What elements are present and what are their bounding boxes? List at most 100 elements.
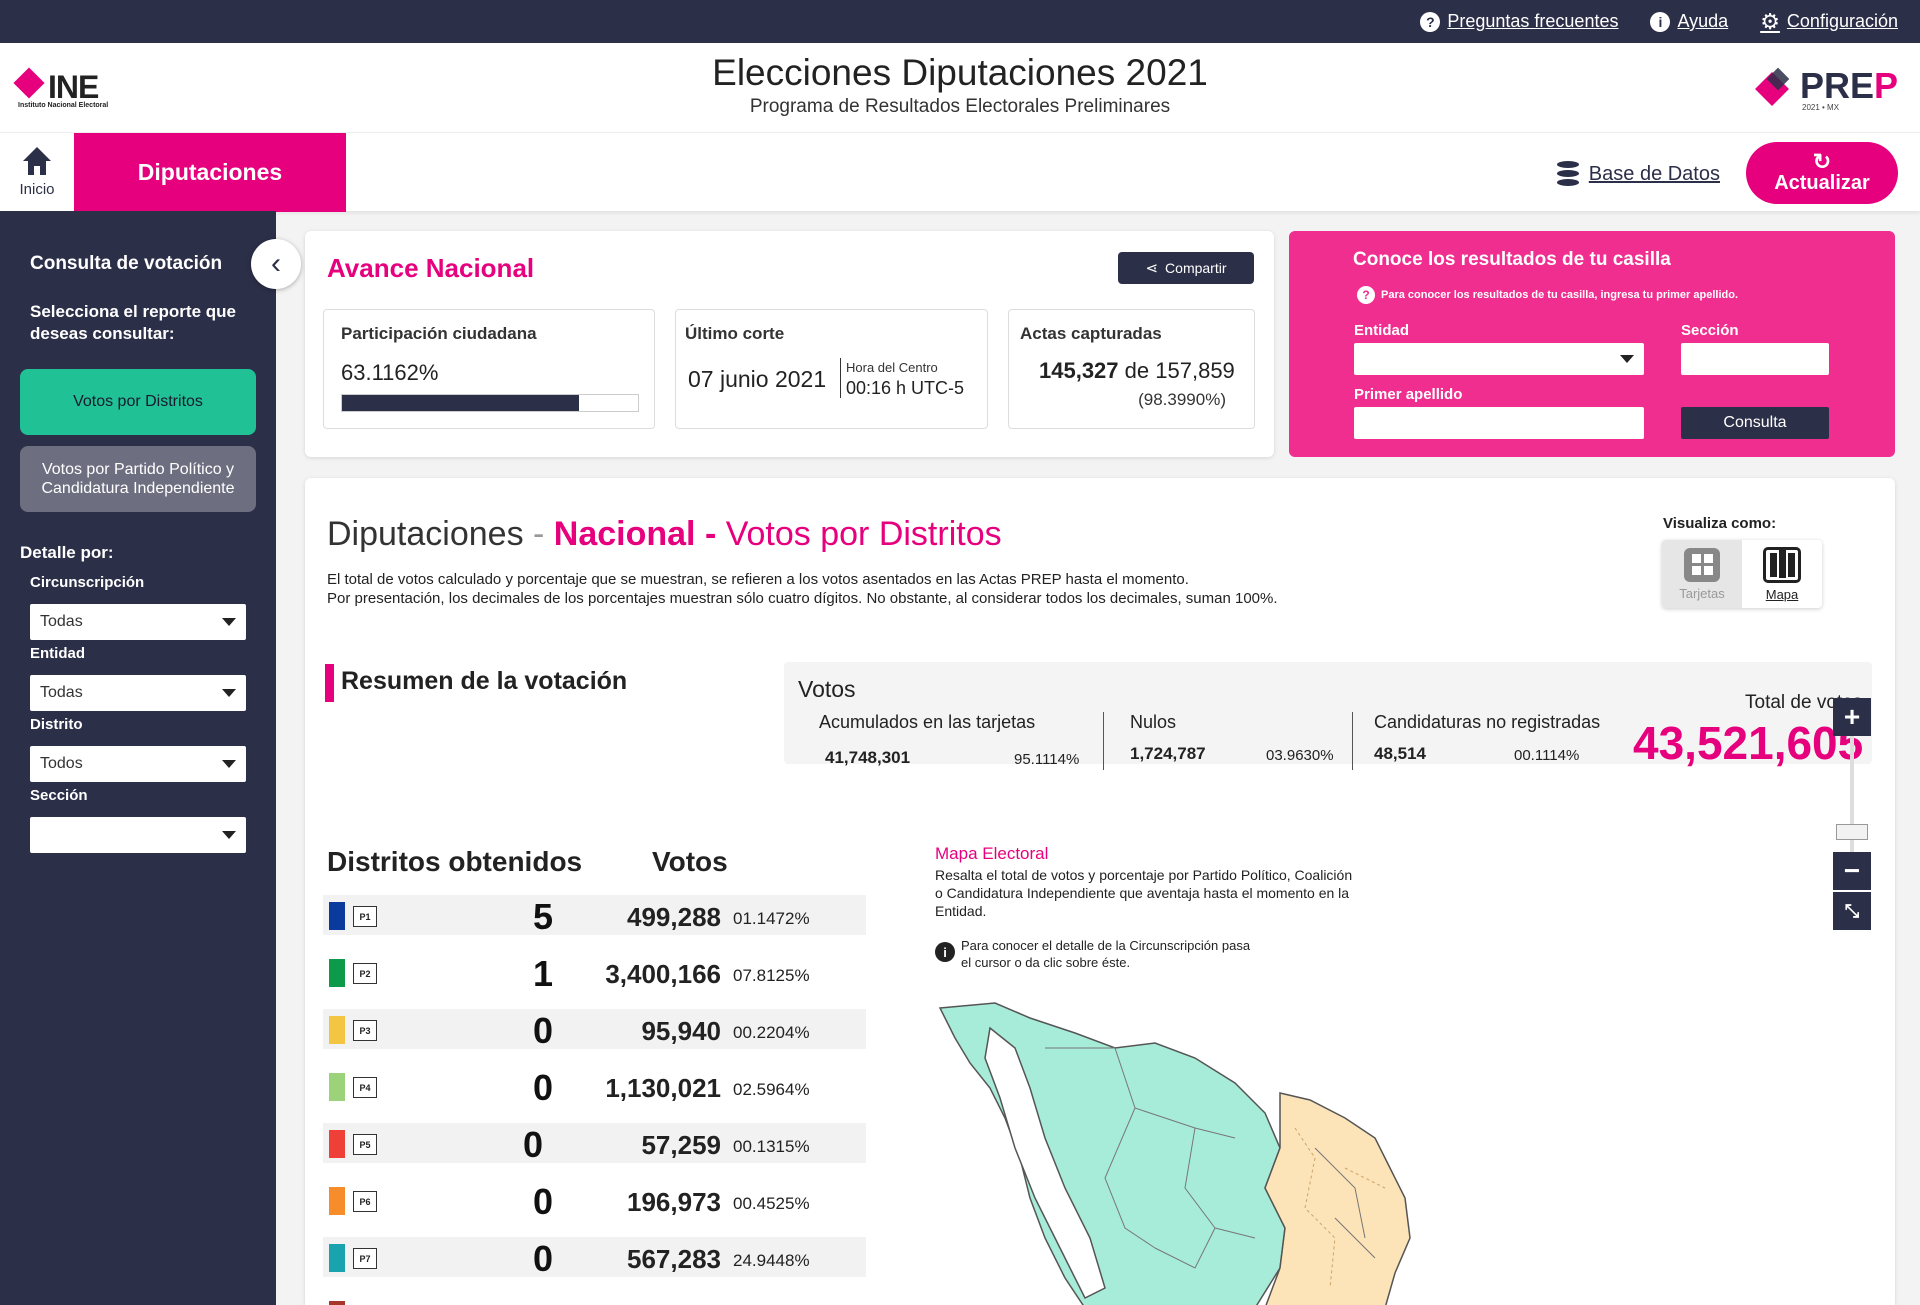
party-logo: P4 xyxy=(353,1077,377,1098)
filter-select-seccion[interactable] xyxy=(30,817,246,853)
collapse-arrows-icon: ⤡ xyxy=(1844,900,1860,921)
corte-date: 07 junio 2021 xyxy=(688,366,827,392)
nulos-value: 1,724,787 xyxy=(1130,744,1206,763)
faq-label: Preguntas frecuentes xyxy=(1447,11,1619,31)
title-part-nacional: Nacional xyxy=(553,515,696,553)
title-dash: - xyxy=(695,515,726,553)
caret-down-icon xyxy=(222,760,236,768)
faq-link[interactable]: ? Preguntas frecuentes xyxy=(1420,11,1618,32)
filter-select-circunscripcion[interactable]: Todas xyxy=(30,604,246,640)
view-cards-option[interactable]: Tarjetas xyxy=(1662,540,1742,608)
corte-divider xyxy=(840,358,841,398)
column-divider xyxy=(1352,712,1353,770)
report-votos-distritos-button[interactable]: Votos por Distritos xyxy=(20,369,256,435)
actas-de: de xyxy=(1124,358,1150,383)
party-pct: 01.1472% xyxy=(733,909,810,928)
refresh-button[interactable]: ↻ Actualizar xyxy=(1746,142,1898,204)
avance-title: Avance Nacional xyxy=(327,253,535,283)
participacion-value: 63.1162% xyxy=(341,360,439,385)
district-count: 0 xyxy=(532,1067,554,1108)
sidebar-subtitle: Selecciona el reporte que deseas consult… xyxy=(30,302,236,343)
filter-label-distrito: Distrito xyxy=(30,716,83,733)
party-color xyxy=(329,1301,345,1305)
party-pct: 00.1315% xyxy=(733,1137,810,1156)
casilla-lookup-panel: Conoce los resultados de tu casilla ? Pa… xyxy=(1289,231,1895,457)
filter-value: Todas xyxy=(40,684,83,701)
avance-nacional-card: Avance Nacional ⋖ Compartir Participació… xyxy=(305,231,1274,457)
resumen-title: Resumen de la votación xyxy=(341,667,628,695)
party-logo: P3 xyxy=(353,1020,377,1041)
share-button[interactable]: ⋖ Compartir xyxy=(1118,252,1254,284)
zoom-slider-thumb[interactable] xyxy=(1836,824,1868,840)
share-label: Compartir xyxy=(1165,260,1227,276)
prep-logo: PREP 2021 • MX xyxy=(1755,65,1898,112)
caret-down-icon xyxy=(222,831,236,839)
distritos-header: Distritos obtenidos xyxy=(327,846,583,877)
party-pct: 07.8125% xyxy=(733,966,810,985)
nulos-pct: 03.9630% xyxy=(1266,747,1334,764)
party-color xyxy=(329,1130,345,1158)
map-region-circunscripcion-2[interactable] xyxy=(1264,1092,1411,1305)
resumen-accent-bar xyxy=(325,664,334,702)
entidad-select[interactable] xyxy=(1354,343,1644,375)
casilla-hint-text: Para conocer los resultados de tu casill… xyxy=(1381,289,1739,301)
caret-down-icon xyxy=(222,618,236,626)
electoral-map[interactable] xyxy=(935,988,1535,1305)
district-count: 0 xyxy=(532,1238,554,1279)
report-votos-partido-button[interactable]: Votos por Partido Político y Candidatura… xyxy=(20,446,256,512)
filter-label-seccion: Sección xyxy=(30,787,88,804)
help-link[interactable]: i Ayuda xyxy=(1650,11,1728,32)
table-row: P6 0 196,973 00.4525% xyxy=(323,1180,866,1222)
view-map-label: Mapa xyxy=(1765,586,1799,602)
tab-diputaciones[interactable]: Diputaciones xyxy=(74,133,346,212)
party-votes: 95,940 xyxy=(641,1016,721,1046)
seccion-label: Sección xyxy=(1681,322,1739,339)
view-map-option[interactable]: Mapa xyxy=(1742,540,1822,608)
party-color xyxy=(329,1073,345,1101)
party-votes: 196,973 xyxy=(627,1187,721,1217)
filter-label-entidad: Entidad xyxy=(30,645,85,662)
filter-select-entidad[interactable]: Todas xyxy=(30,675,246,711)
ultimo-corte-card: Último corte 07 junio 2021 Hora del Cent… xyxy=(675,309,988,429)
table-row: P1 5 499,288 01.1472% xyxy=(323,895,866,937)
district-count: 0 xyxy=(532,1010,554,1051)
party-votes: 57,259 xyxy=(641,1130,721,1160)
actas-count: 145,327 de 157,859 xyxy=(1039,358,1235,384)
refresh-icon: ↻ xyxy=(1812,148,1832,174)
apellido-input[interactable] xyxy=(1354,407,1644,439)
party-pct: 00.2204% xyxy=(733,1023,810,1042)
top-utility-bar: ? Preguntas frecuentes i Ayuda ⚙ Configu… xyxy=(0,0,1920,43)
database-link[interactable]: Base de Datos xyxy=(1556,161,1720,187)
votos-header: Votos xyxy=(652,846,728,877)
zoom-in-button[interactable]: + xyxy=(1833,698,1871,736)
party-logo: P7 xyxy=(353,1248,377,1269)
district-count: 5 xyxy=(532,896,554,937)
share-icon: ⋖ xyxy=(1145,260,1159,277)
actas-captured: 145,327 xyxy=(1039,358,1119,383)
entidad-label: Entidad xyxy=(1354,322,1409,339)
chevron-left-icon: ‹ xyxy=(271,247,281,280)
sidebar-title: Consulta de votación xyxy=(30,253,223,274)
minus-icon: − xyxy=(1843,855,1861,886)
party-pct: 24.9448% xyxy=(733,1251,810,1270)
party-color xyxy=(329,902,345,930)
collapse-sidebar-button[interactable]: ‹ xyxy=(251,239,301,289)
nulos-label: Nulos xyxy=(1130,712,1177,732)
reset-zoom-button[interactable]: ⤡ xyxy=(1833,892,1871,930)
results-description: El total de votos calculado y porcentaje… xyxy=(327,570,1278,608)
config-link[interactable]: ⚙ Configuración xyxy=(1760,9,1898,35)
visualize-label: Visualiza como: xyxy=(1663,515,1777,532)
zoom-out-button[interactable]: − xyxy=(1833,852,1871,890)
no-registradas-value: 48,514 xyxy=(1374,744,1426,763)
database-icon xyxy=(1556,161,1579,187)
filter-select-distrito[interactable]: Todos xyxy=(30,746,246,782)
consulta-button[interactable]: Consulta xyxy=(1681,407,1829,439)
party-votes: 1,130,021 xyxy=(605,1073,721,1103)
page-subtitle: Programa de Resultados Electorales Preli… xyxy=(749,96,1171,117)
home-button[interactable]: Inicio xyxy=(0,133,74,212)
actas-total: 157,859 xyxy=(1155,358,1235,383)
caret-down-icon xyxy=(222,689,236,697)
table-row: P7 0 567,283 24.9448% xyxy=(323,1237,866,1279)
seccion-input[interactable] xyxy=(1681,343,1829,375)
filter-value: Todas xyxy=(40,613,83,630)
